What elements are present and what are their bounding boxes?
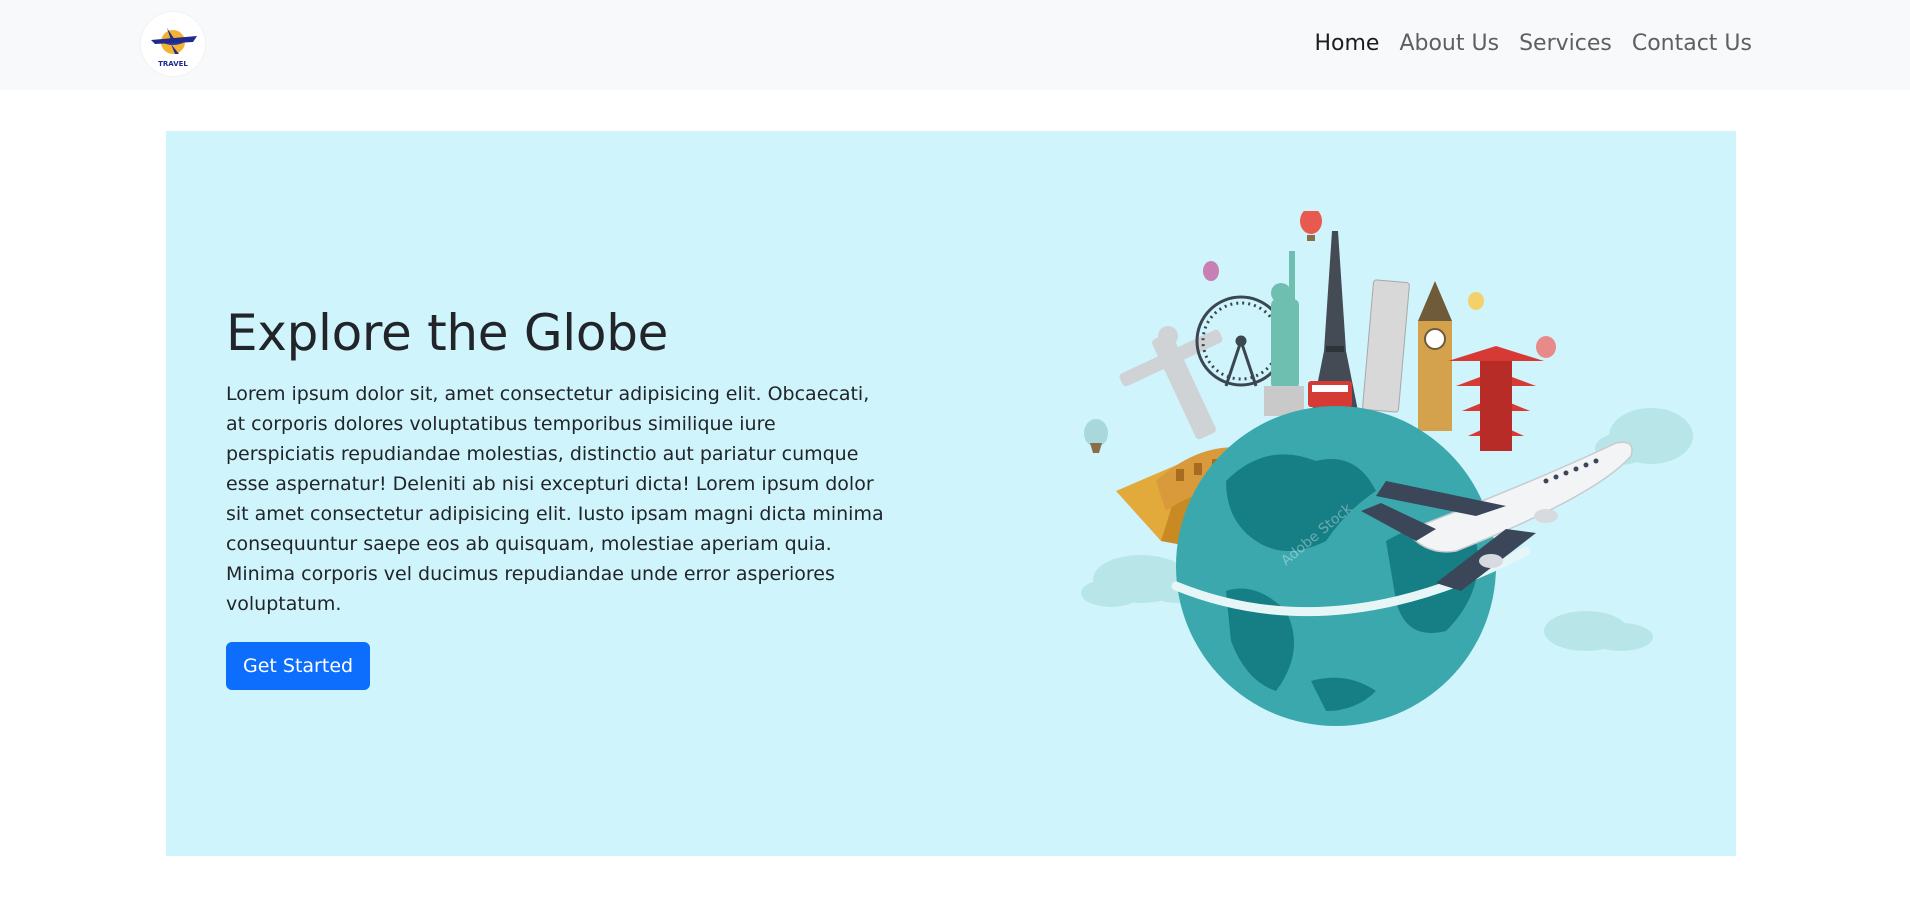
nav-contact-us[interactable]: Contact Us bbox=[1632, 28, 1752, 60]
hero-body: Lorem ipsum dolor sit, amet consectetur … bbox=[226, 383, 884, 615]
navbar: TRAVEL Home About Us Services Contact Us bbox=[0, 0, 1910, 90]
travel-logo-icon: TRAVEL bbox=[151, 28, 197, 68]
bus-icon bbox=[1308, 381, 1352, 407]
leaning-tower-icon bbox=[1362, 279, 1410, 413]
christ-statue-icon bbox=[1119, 326, 1223, 440]
nav-services[interactable]: Services bbox=[1519, 28, 1612, 60]
nav-home[interactable]: Home bbox=[1314, 28, 1379, 60]
globe-landmarks-airplane-illustration: Adobe Stock bbox=[1081, 211, 1693, 726]
hero-section: Explore the Globe Lorem ipsum dolor sit,… bbox=[166, 131, 1736, 856]
statue-of-liberty-icon bbox=[1264, 251, 1304, 416]
hero-title: Explore the Globe bbox=[226, 304, 669, 362]
big-ben-icon bbox=[1418, 281, 1452, 431]
hero-text: Explore the Globe Lorem ipsum dolor sit,… bbox=[226, 303, 886, 690]
nav-about-us[interactable]: About Us bbox=[1399, 28, 1499, 60]
brand-logo[interactable]: TRAVEL bbox=[141, 12, 205, 76]
main-nav: Home About Us Services Contact Us bbox=[1314, 28, 1752, 60]
get-started-button[interactable]: Get Started bbox=[226, 642, 371, 690]
logo-text: TRAVEL bbox=[158, 60, 188, 68]
pagoda-icon bbox=[1448, 346, 1544, 451]
